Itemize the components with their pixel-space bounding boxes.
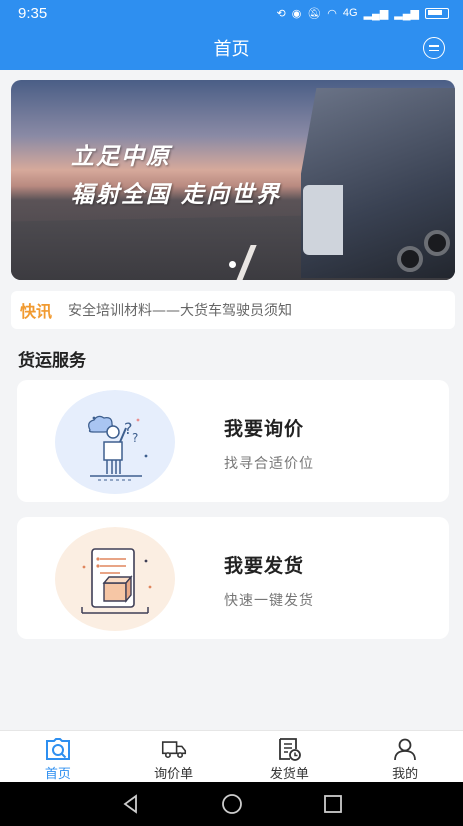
svg-text:?: ? <box>132 431 138 445</box>
section-title: 货运服务 <box>18 351 86 371</box>
bottom-tab-bar: 首页 询价单 发货单 我的 <box>0 730 463 782</box>
shipment-illustration <box>55 527 175 631</box>
sync-icon: ⟲ <box>276 7 286 20</box>
tab-home[interactable]: 首页 <box>0 731 116 782</box>
banner-truck-cab <box>303 185 343 255</box>
home-circle-icon[interactable] <box>221 793 243 815</box>
recents-icon[interactable] <box>322 793 344 815</box>
user-icon <box>394 738 417 761</box>
service-card-inquiry[interactable]: ? ? 我要询价 找寻合适价位 <box>17 380 449 502</box>
tab-inquiry-list[interactable]: 询价单 <box>116 731 232 782</box>
banner-slogan-line2: 辐射全国 走向世界 <box>71 182 282 208</box>
home-icon <box>45 738 70 760</box>
truck-icon <box>161 741 186 759</box>
service-card-subtitle: 快速一键发货 <box>224 593 314 609</box>
service-card-shipment[interactable]: 我要发货 快速一键发货 <box>17 517 449 639</box>
page-title: 首页 <box>213 39 250 60</box>
tab-label: 首页 <box>44 767 71 782</box>
banner-carousel[interactable]: 立足中原 辐射全国 走向世界 <box>11 80 455 280</box>
status-bar: 9:35 ⟲ ◉ 🔕︎ ◠ 4G ▂▄▆ ▂▄▆ <box>0 0 463 26</box>
wifi-icon: ◠ <box>327 7 337 20</box>
system-navigation-bar <box>0 782 463 826</box>
back-icon[interactable] <box>120 793 142 815</box>
service-card-title: 我要发货 <box>224 555 305 577</box>
banner-slogan-line1: 立足中原 <box>71 144 171 170</box>
truck-wheel <box>397 246 423 272</box>
battery-icon <box>425 7 449 19</box>
news-tag: 快讯 <box>20 302 53 321</box>
carousel-indicator-dot[interactable] <box>229 261 236 268</box>
inquiry-illustration: ? ? <box>55 390 175 494</box>
tab-label: 我的 <box>392 767 419 782</box>
news-text[interactable]: 安全培训材料——大货车驾驶员须知 <box>68 300 292 320</box>
status-icons: ⟲ ◉ 🔕︎ ◠ 4G ▂▄▆ ▂▄▆ <box>276 7 449 20</box>
network-label: 4G <box>342 7 358 19</box>
mute-icon: 🔕︎ <box>307 7 322 20</box>
signal-icon-2: ▂▄▆ <box>394 7 419 20</box>
status-time: 9:35 <box>18 4 48 22</box>
truck-wheel <box>424 230 450 256</box>
app-bar: 首页 <box>0 26 463 70</box>
tab-shipment-list[interactable]: 发货单 <box>232 731 348 782</box>
message-icon[interactable] <box>423 37 445 59</box>
eye-icon: ◉ <box>291 7 302 20</box>
tab-label: 发货单 <box>269 767 309 782</box>
signal-icon: ▂▄▆ <box>363 7 389 20</box>
bill-clock-icon <box>279 738 302 761</box>
service-card-subtitle: 找寻合适价位 <box>224 456 314 472</box>
news-ticker[interactable]: 快讯 安全培训材料——大货车驾驶员须知 <box>11 291 455 329</box>
tab-label: 询价单 <box>154 767 194 782</box>
service-card-title: 我要询价 <box>224 418 305 440</box>
tab-mine[interactable]: 我的 <box>347 731 463 782</box>
